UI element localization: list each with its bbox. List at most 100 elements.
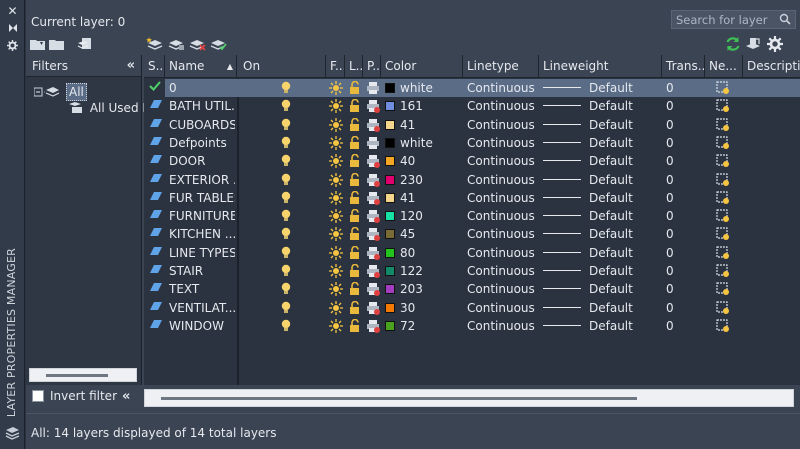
layer-lineweight[interactable]: Default [543,225,661,243]
refresh-icon[interactable] [724,36,742,52]
layer-lineweight[interactable]: Default [543,171,661,189]
layer-row[interactable]: DOOR 40 Continuous Default 0 [144,152,800,170]
layer-transparency[interactable]: 0 [666,189,704,207]
padlock-unlocked-icon[interactable] [349,117,361,135]
layer-linetype[interactable]: Continuous [467,152,539,170]
layer-name[interactable]: FURNITURE [169,207,235,225]
viewport-freeze-icon[interactable] [716,117,730,135]
viewport-freeze-icon[interactable] [716,319,730,336]
layer-name[interactable]: BATH UTIL... [169,97,235,115]
new-layer-icon[interactable] [146,36,164,52]
layer-color[interactable]: white [385,79,461,97]
printer-icon[interactable] [366,118,380,135]
layer-row[interactable]: BATH UTIL... 161 Continuous Default 0 [144,97,800,115]
sun-thaw-icon[interactable] [329,99,343,116]
layer-lineweight[interactable]: Default [543,244,661,262]
sun-thaw-icon[interactable] [329,318,343,336]
viewport-freeze-icon[interactable] [716,300,730,318]
lightbulb-on-icon[interactable] [280,191,292,208]
viewport-freeze-icon[interactable] [716,282,730,299]
printer-icon[interactable] [366,264,380,281]
padlock-unlocked-icon[interactable] [349,208,361,226]
viewport-freeze-icon[interactable] [716,246,730,263]
layer-lineweight[interactable]: Default [543,152,661,170]
layer-linetype[interactable]: Continuous [467,280,539,298]
layer-row[interactable]: VENTILAT... 30 Continuous Default 0 [144,299,800,317]
sun-thaw-icon[interactable] [329,135,343,153]
layer-linetype[interactable]: Continuous [467,189,539,207]
padlock-unlocked-icon[interactable] [349,300,361,318]
layer-lineweight[interactable]: Default [543,299,661,317]
viewport-freeze-icon[interactable] [716,209,730,226]
viewport-freeze-icon[interactable] [716,136,730,153]
layer-row[interactable]: CUBOARDS 41 Continuous Default 0 [144,116,800,134]
printer-icon[interactable] [366,319,380,336]
layer-color[interactable]: 120 [385,207,461,225]
layer-linetype[interactable]: Continuous [467,171,539,189]
layer-transparency[interactable]: 0 [666,280,704,298]
layer-linetype[interactable]: Continuous [467,79,539,97]
collapse-filters-icon[interactable]: « [127,55,135,77]
grid-scroll-thumb[interactable] [161,397,637,400]
layer-color[interactable]: 203 [385,280,461,298]
padlock-unlocked-icon[interactable] [349,282,361,299]
layer-linetype[interactable]: Continuous [467,97,539,115]
layer-name[interactable]: VENTILAT... [169,299,235,317]
printer-icon[interactable] [366,246,380,263]
layer-color[interactable]: 40 [385,152,461,170]
layer-linetype[interactable]: Continuous [467,262,539,280]
layer-transparency[interactable]: 0 [666,134,704,152]
lightbulb-on-icon[interactable] [280,173,292,190]
col-description[interactable]: Descripti [743,55,800,78]
sun-thaw-icon[interactable] [329,300,343,318]
delete-layer-icon[interactable] [188,36,206,52]
layer-transparency[interactable]: 0 [666,244,704,262]
sun-thaw-icon[interactable] [329,117,343,135]
printer-icon[interactable] [366,154,380,171]
lightbulb-on-icon[interactable] [280,227,292,244]
layer-color[interactable]: white [385,134,461,152]
layer-row[interactable]: 0 white Continuous Default 0 [144,79,800,97]
lightbulb-on-icon[interactable] [280,136,292,153]
layer-lineweight[interactable]: Default [543,189,661,207]
layer-row[interactable]: Defpoints white Continuous Default 0 [144,134,800,152]
layer-name[interactable]: STAIR [169,262,235,280]
layer-name[interactable]: FUR TABLES [169,189,235,207]
padlock-unlocked-icon[interactable] [349,190,361,208]
padlock-unlocked-icon[interactable] [349,245,361,263]
sun-thaw-icon[interactable] [329,245,343,263]
layer-color[interactable]: 161 [385,97,461,115]
layer-color[interactable]: 30 [385,299,461,317]
padlock-unlocked-icon[interactable] [349,135,361,153]
padlock-unlocked-icon[interactable] [349,318,361,336]
layer-transparency[interactable]: 0 [666,317,704,335]
layer-linetype[interactable]: Continuous [467,207,539,225]
layer-linetype[interactable]: Continuous [467,134,539,152]
layer-name[interactable]: WINDOW [169,317,235,335]
settings-gear-icon[interactable] [766,36,784,52]
viewport-freeze-icon[interactable] [716,264,730,281]
layer-lineweight[interactable]: Default [543,207,661,225]
layer-lineweight[interactable]: Default [543,317,661,335]
collapse-panel-icon[interactable]: « [122,389,130,404]
printer-icon[interactable] [366,301,380,318]
sun-thaw-icon[interactable] [329,190,343,208]
layer-row[interactable]: FURNITURE 120 Continuous Default 0 [144,207,800,225]
col-linetype[interactable]: Linetype [463,55,539,78]
padlock-unlocked-icon[interactable] [349,263,361,281]
layer-transparency[interactable]: 0 [666,207,704,225]
lightbulb-on-icon[interactable] [280,246,292,263]
layer-name[interactable]: KITCHEN ... [169,225,235,243]
set-current-icon[interactable] [209,36,227,52]
layer-transparency[interactable]: 0 [666,171,704,189]
lightbulb-on-icon[interactable] [280,118,292,135]
layer-lineweight[interactable]: Default [543,134,661,152]
viewport-freeze-icon[interactable] [716,227,730,244]
col-transparency[interactable]: Trans... [662,55,705,78]
printer-icon[interactable] [366,173,380,190]
lightbulb-on-icon[interactable] [280,99,292,116]
lightbulb-on-icon[interactable] [280,319,292,336]
padlock-unlocked-icon[interactable] [349,153,361,171]
viewport-freeze-icon[interactable] [716,99,730,116]
lightbulb-on-icon[interactable] [280,301,292,318]
